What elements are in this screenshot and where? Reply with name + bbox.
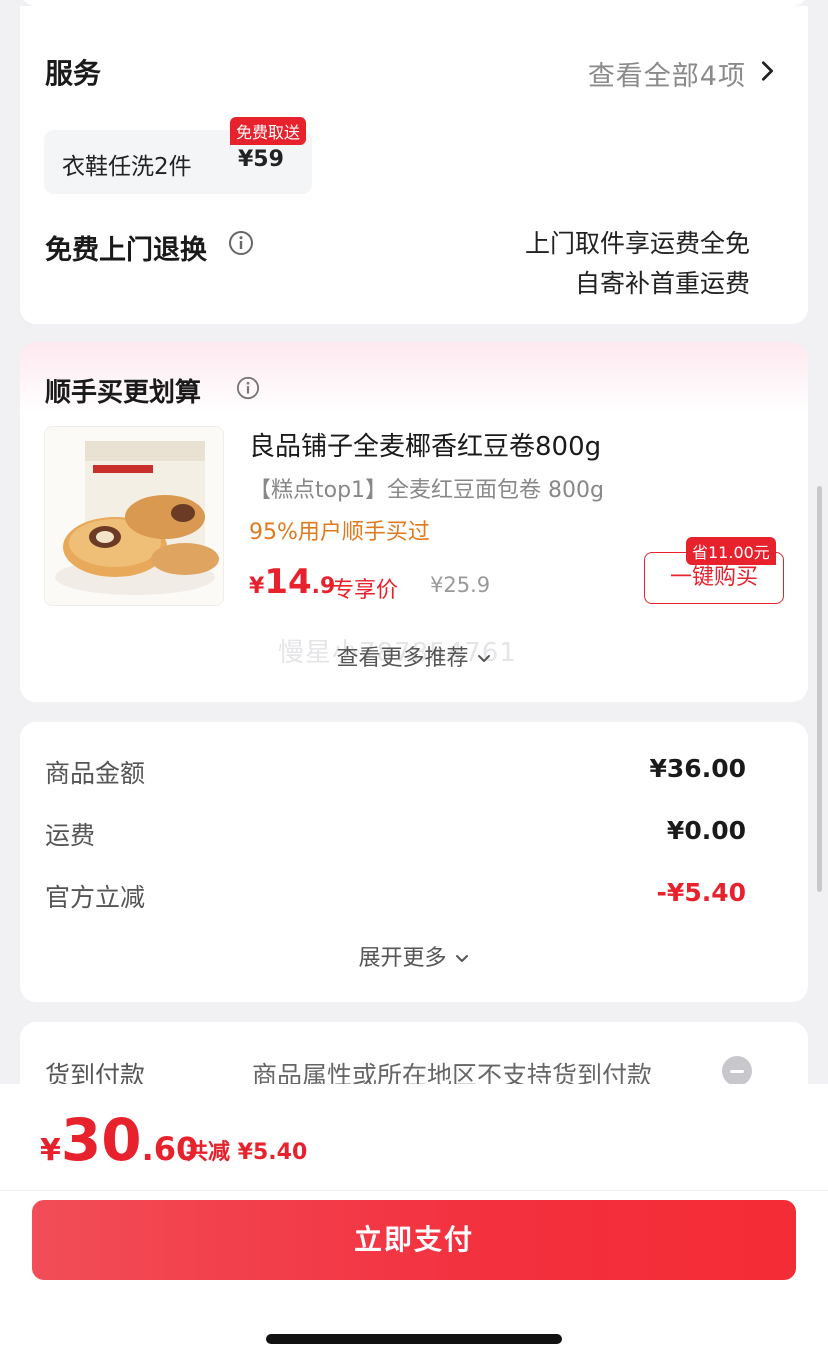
- amount-row-discount: 官方立减 -¥5.40: [45, 878, 746, 912]
- recommend-card: 顺手买更划算 良品铺子全麦椰香红豆卷800g 【糕点top1】全麦红豆面包卷 8…: [20, 342, 808, 702]
- chevron-right-icon[interactable]: [756, 60, 778, 82]
- total-integer: 30: [60, 1106, 142, 1174]
- chevron-down-icon: [455, 955, 468, 962]
- services-title: 服务: [45, 57, 102, 90]
- pay-now-button[interactable]: 立即支付: [32, 1200, 796, 1280]
- price-currency: ¥: [249, 574, 265, 599]
- bread-roll-product-illustration: [55, 441, 219, 595]
- product-stat: 95%用户顺手买过: [249, 520, 430, 545]
- home-indicator[interactable]: [266, 1334, 562, 1344]
- original-price: ¥25.9: [430, 573, 491, 597]
- amount-label: 官方立减: [45, 883, 146, 912]
- amount-value: -¥5.40: [656, 878, 746, 907]
- amount-row-goods: 商品金额 ¥36.00: [45, 754, 746, 788]
- save-badge: 省11.00元: [686, 537, 776, 565]
- free-return-desc-2: 自寄补首重运费: [574, 269, 750, 298]
- total-price: ¥30.60: [40, 1106, 198, 1174]
- recommend-title: 顺手买更划算: [45, 378, 202, 408]
- chevron-down-icon: [477, 655, 490, 662]
- free-return-desc-1: 上门取件享运费全免: [524, 229, 750, 258]
- expand-more-link[interactable]: 展开更多: [20, 940, 808, 972]
- minus-circle-icon: [722, 1056, 752, 1086]
- service-chip-name: 衣鞋任洗2件: [62, 154, 192, 180]
- view-more-recommend-link[interactable]: 查看更多推荐: [20, 640, 808, 672]
- product-image[interactable]: [44, 426, 224, 606]
- amount-value: ¥36.00: [649, 754, 746, 783]
- info-icon[interactable]: [236, 376, 260, 400]
- exclusive-price-label: 专享价: [332, 578, 399, 603]
- total-savings: 共减 ¥5.40: [186, 1140, 308, 1165]
- view-more-label: 查看更多推荐: [336, 646, 469, 671]
- product-name[interactable]: 良品铺子全麦椰香红豆卷800g: [249, 426, 601, 463]
- total-currency: ¥: [40, 1133, 61, 1168]
- product-price: ¥14.9: [249, 562, 335, 602]
- checkout-bar: ¥30.60 共减 ¥5.40 立即支付: [0, 1084, 828, 1360]
- amount-row-shipping: 运费 ¥0.00: [45, 816, 746, 850]
- amount-label: 商品金额: [45, 759, 146, 788]
- free-return-title: 免费上门退换: [45, 235, 207, 266]
- services-card: 服务 查看全部4项 衣鞋任洗2件 ¥59 免费取送 免费上门退换 上门取件享运费…: [20, 6, 808, 324]
- product-subtitle: 【糕点top1】全麦红豆面包卷 800g: [249, 478, 604, 503]
- scrollbar[interactable]: [817, 486, 822, 892]
- services-view-all-link[interactable]: 查看全部4项: [588, 54, 746, 93]
- info-icon[interactable]: [228, 230, 254, 256]
- free-pickup-badge: 免费取送: [230, 117, 307, 145]
- amount-value: ¥0.00: [666, 816, 746, 845]
- amount-summary-card: 商品金额 ¥36.00 运费 ¥0.00 官方立减 -¥5.40 展开更多: [20, 722, 808, 1002]
- divider: [0, 1190, 828, 1191]
- expand-more-label: 展开更多: [358, 946, 447, 971]
- price-integer: 14: [264, 562, 312, 602]
- service-chip-price: ¥59: [238, 147, 284, 172]
- amount-label: 运费: [45, 821, 96, 850]
